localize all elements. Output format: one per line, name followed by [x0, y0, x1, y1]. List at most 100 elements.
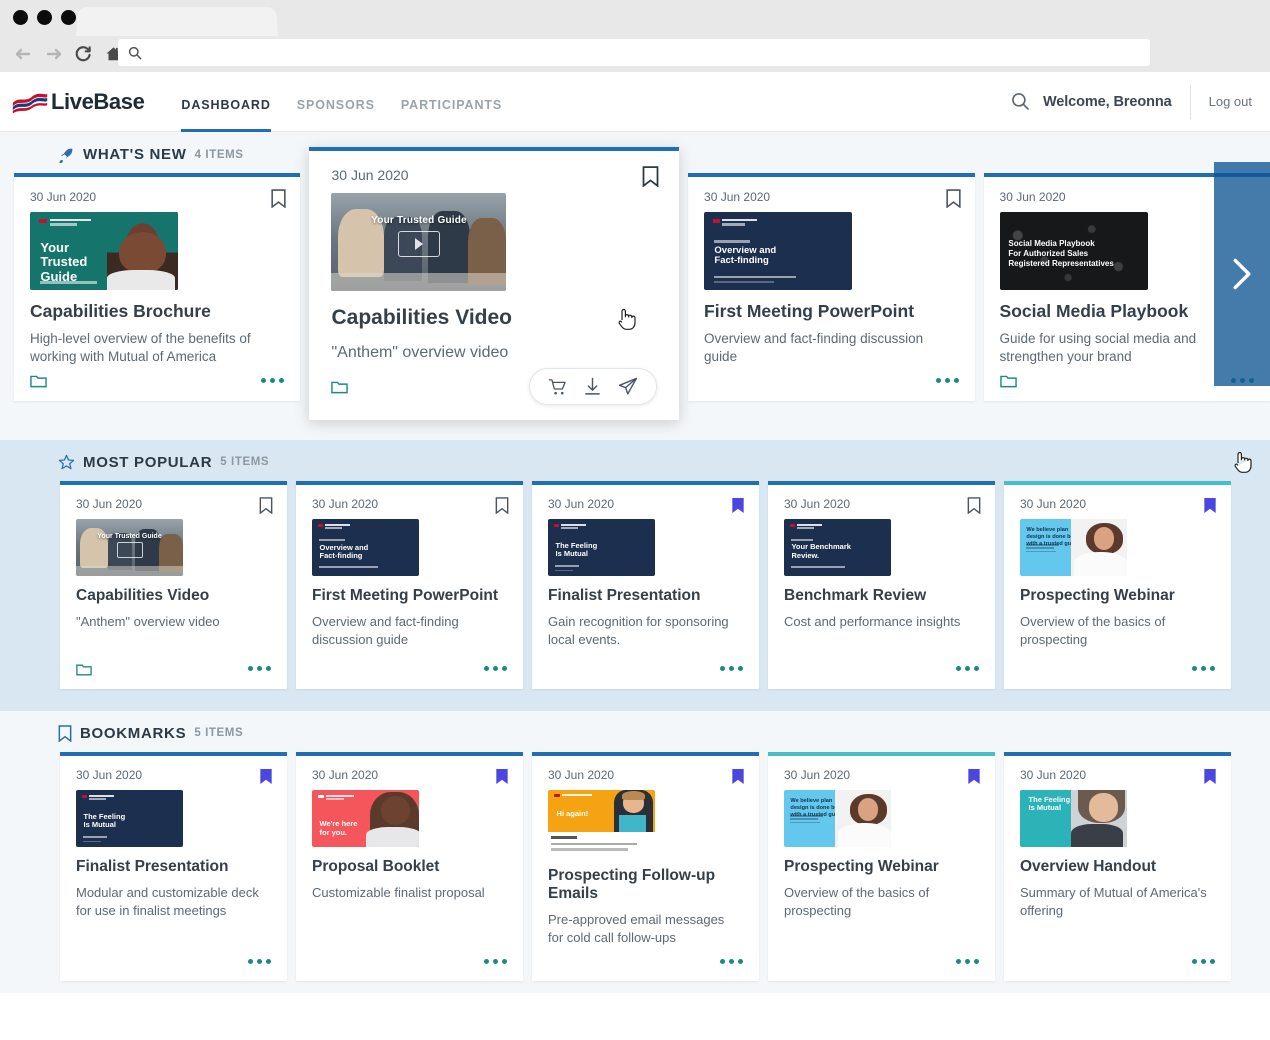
- bookmark-icon: [58, 725, 72, 742]
- card-date: 30 Jun 2020: [1020, 496, 1087, 511]
- logout-button[interactable]: Log out: [1209, 94, 1252, 109]
- content-card[interactable]: 30 Jun 2020 The Feeling Is Mutual Finalis…: [532, 480, 759, 689]
- card-footer: [1004, 655, 1231, 689]
- content-card[interactable]: 30 Jun 2020 Hi again! Prospecting Follow…: [532, 751, 759, 982]
- send-icon[interactable]: [618, 377, 638, 396]
- reload-icon[interactable]: [68, 40, 98, 68]
- card-description: Pre-approved email messages for cold cal…: [548, 912, 725, 946]
- content-card[interactable]: 30 Jun 2020 We believe plan design is don…: [768, 751, 995, 982]
- section-title: BOOKMARKS: [80, 724, 187, 742]
- section-most-popular: MOST POPULAR 5 ITEMS 30 Jun 2020 Your Tr…: [0, 439, 1270, 711]
- content-card[interactable]: 30 Jun 2020 Overview and Fact-finding Fir…: [296, 480, 523, 689]
- bookmark-icon[interactable]: [967, 497, 981, 519]
- card-date: 30 Jun 2020: [784, 767, 851, 782]
- card-more-menu[interactable]: [1192, 666, 1215, 672]
- card-more-menu[interactable]: [248, 666, 271, 672]
- card-footer: [296, 947, 523, 981]
- card-description: Overview and fact-finding discussion gui…: [704, 330, 924, 365]
- tab-dashboard[interactable]: DASHBOARD: [181, 74, 271, 132]
- card-more-menu[interactable]: [248, 958, 271, 964]
- browser-tab[interactable]: [75, 7, 279, 38]
- section-title: MOST POPULAR: [83, 453, 213, 471]
- star-icon: [58, 454, 75, 471]
- bookmark-icon-filled[interactable]: [1203, 768, 1217, 790]
- card-more-menu[interactable]: [1192, 958, 1215, 964]
- card-date: 30 Jun 2020: [548, 496, 615, 511]
- section-whats-new: WHAT'S NEW 4 ITEMS 30 Jun 2020 Your Trust…: [0, 132, 1270, 473]
- card-date: 30 Jun 2020: [76, 496, 143, 511]
- content-card[interactable]: 30 Jun 2020 The Feeling Is Mutual Finalis…: [60, 751, 287, 982]
- card-more-menu[interactable]: [935, 378, 959, 384]
- bookmark-icon-filled[interactable]: [1203, 497, 1217, 519]
- content-card[interactable]: 30 Jun 2020 Overview and Fact-finding Fir…: [688, 173, 975, 401]
- card-more-menu[interactable]: [720, 666, 743, 672]
- bookmark-icon-filled[interactable]: [259, 768, 273, 790]
- card-footer: [532, 655, 759, 689]
- content-card[interactable]: 30 Jun 2020 We're here for you. Proposal …: [296, 751, 523, 982]
- card-thumbnail: Your Trusted Guide: [30, 212, 178, 290]
- card-footer: [60, 655, 287, 689]
- address-input[interactable]: [149, 45, 1131, 60]
- window-minimize-dot[interactable]: [37, 10, 52, 25]
- content-card[interactable]: 30 Jun 2020 Your Trusted Guide Capabilitie…: [14, 173, 301, 401]
- address-bar[interactable]: [118, 39, 1150, 66]
- bookmark-icon[interactable]: [945, 189, 961, 213]
- bookmark-icon-filled[interactable]: [731, 497, 745, 519]
- card-more-menu[interactable]: [956, 958, 979, 964]
- card-footer: [296, 655, 523, 689]
- cart-icon[interactable]: [548, 378, 567, 396]
- content-card[interactable]: 30 Jun 2020 Your Trusted Guide Capabilit…: [60, 480, 287, 689]
- bookmark-icon-filled[interactable]: [495, 768, 509, 790]
- content-card[interactable]: 30 Jun 2020 We believe plan design is don…: [1004, 480, 1231, 689]
- card-footer: [60, 947, 287, 981]
- bookmark-icon[interactable]: [271, 189, 287, 213]
- folder-icon[interactable]: [30, 373, 47, 388]
- card-description: "Anthem" overview video: [76, 614, 220, 630]
- card-thumbnail: We're here for you.: [312, 789, 419, 847]
- bookmark-icon-filled[interactable]: [731, 768, 745, 790]
- window-controls[interactable]: [13, 10, 76, 25]
- bookmark-icon[interactable]: [642, 166, 659, 192]
- tab-sponsors[interactable]: SPONSORS: [297, 74, 375, 132]
- forward-arrow-icon[interactable]: [38, 40, 68, 68]
- card-thumbnail[interactable]: Your Trusted Guide: [331, 193, 507, 291]
- rocket-icon: [58, 146, 75, 163]
- card-action-pill: [529, 368, 658, 406]
- bookmark-icon[interactable]: [259, 497, 273, 519]
- back-arrow-icon[interactable]: [8, 40, 38, 68]
- folder-icon[interactable]: [76, 662, 92, 676]
- card-footer: [14, 367, 300, 401]
- header-divider: [1189, 84, 1191, 119]
- card-title: Proposal Booklet: [312, 857, 440, 875]
- card-more-menu[interactable]: [484, 958, 507, 964]
- card-thumbnail: The Feeling Is Mutual: [1020, 789, 1127, 847]
- section-count: 5 ITEMS: [220, 456, 270, 469]
- card-more-menu[interactable]: [720, 958, 743, 964]
- search-icon[interactable]: [1011, 92, 1030, 111]
- card-footer: [768, 947, 995, 981]
- content-card[interactable]: 30 Jun 2020 Your Benchmark Review. Benchm…: [768, 480, 995, 689]
- card-more-menu[interactable]: [956, 666, 979, 672]
- card-title: First Meeting PowerPoint: [312, 586, 499, 604]
- folder-icon[interactable]: [999, 373, 1017, 388]
- window-close-dot[interactable]: [13, 10, 28, 25]
- window-maximize-dot[interactable]: [61, 10, 76, 25]
- card-more-menu[interactable]: [261, 378, 285, 384]
- card-more-menu[interactable]: [484, 666, 507, 672]
- card-date: 30 Jun 2020: [30, 190, 97, 204]
- brand-logo-group[interactable]: LiveBase: [12, 89, 145, 115]
- chevron-right-icon: [1233, 258, 1251, 290]
- card-title: Finalist Presentation: [548, 586, 701, 604]
- carousel-next-button[interactable]: [1214, 162, 1270, 386]
- download-icon[interactable]: [584, 377, 601, 396]
- content-card[interactable]: 30 Jun 2020 The Feeling Is Mutual Overvie…: [1004, 751, 1231, 982]
- tab-participants[interactable]: PARTICIPANTS: [401, 74, 502, 132]
- whats-new-card-row: 30 Jun 2020 Your Trusted Guide Capabilitie…: [0, 147, 1270, 420]
- folder-icon[interactable]: [331, 379, 349, 394]
- bookmark-icon[interactable]: [495, 497, 509, 519]
- content-card-featured[interactable]: 30 Jun 2020 Your Trusted Guide Capabilit…: [309, 147, 680, 420]
- card-thumbnail: Overview and Fact-finding: [704, 212, 853, 290]
- card-date: 30 Jun 2020: [312, 496, 379, 511]
- browser-toolbar: [0, 36, 1270, 72]
- bookmark-icon-filled[interactable]: [967, 768, 981, 790]
